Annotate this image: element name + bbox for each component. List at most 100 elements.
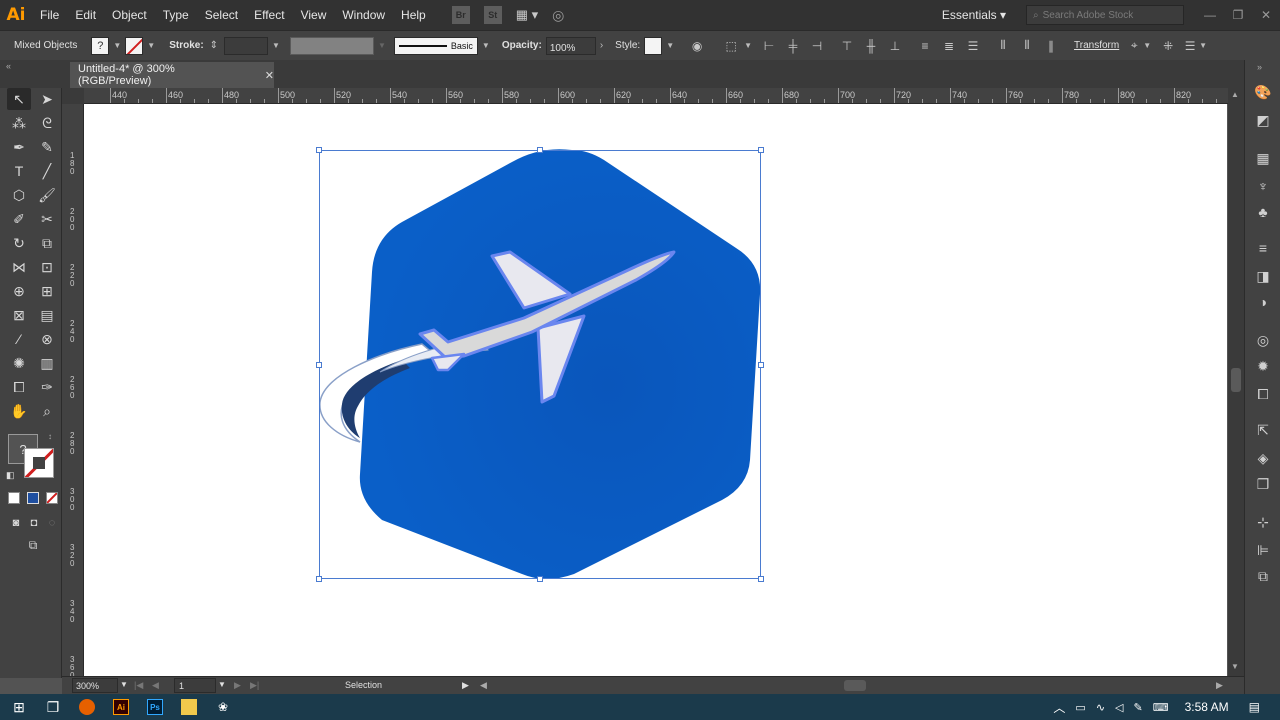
align-panel-icon[interactable]: ⊫ bbox=[1253, 540, 1273, 560]
gradient-button[interactable] bbox=[27, 492, 39, 504]
brushes-panel-icon[interactable]: ♆ bbox=[1253, 176, 1273, 196]
handle-bottom-center[interactable] bbox=[537, 576, 543, 582]
blend-tool-icon[interactable]: ⊗ bbox=[35, 328, 59, 350]
align-bottom-icon[interactable]: ⊥ bbox=[886, 37, 904, 55]
chevron-right-icon[interactable]: › bbox=[600, 40, 603, 51]
recolor-artwork-icon[interactable]: ◉ bbox=[688, 37, 706, 55]
paintbrush-tool-icon[interactable]: 🖌 bbox=[35, 184, 59, 206]
align-left-icon[interactable]: ⊢ bbox=[760, 37, 778, 55]
color-guide-icon[interactable]: ◩ bbox=[1253, 110, 1273, 130]
chevron-down-icon[interactable]: ▼ bbox=[272, 41, 280, 50]
menu-type[interactable]: Type bbox=[155, 0, 197, 30]
brush-definition[interactable]: Basic bbox=[393, 36, 478, 55]
select-similar-icon[interactable]: ⁜ bbox=[1159, 37, 1177, 55]
gradient-panel-icon[interactable]: ◨ bbox=[1253, 266, 1273, 286]
zoom-tool-icon[interactable]: ⌕ bbox=[35, 400, 59, 422]
horizontal-scroll-thumb[interactable] bbox=[844, 680, 866, 691]
vertical-scrollbar[interactable]: ▲ ▼ bbox=[1228, 88, 1244, 676]
chevron-down-icon[interactable]: ▼ bbox=[744, 41, 752, 50]
first-artboard-icon[interactable]: |◀ bbox=[134, 680, 143, 691]
task-view-icon[interactable]: ❐ bbox=[36, 694, 70, 720]
menu-effect[interactable]: Effect bbox=[246, 0, 292, 30]
gradient-tool-icon[interactable]: ▤ bbox=[35, 304, 59, 326]
handle-bottom-left[interactable] bbox=[316, 576, 322, 582]
close-icon[interactable]: ✕ bbox=[1252, 0, 1280, 30]
menu-object[interactable]: Object bbox=[104, 0, 155, 30]
stroke-stepper-icon[interactable]: ⇕ bbox=[210, 40, 218, 51]
artwork[interactable] bbox=[84, 104, 1227, 676]
power-icon[interactable]: ∿ bbox=[1096, 701, 1105, 714]
none-button[interactable] bbox=[46, 492, 58, 504]
transparency-panel-icon[interactable]: ◑ bbox=[1253, 292, 1273, 312]
last-artboard-icon[interactable]: ▶| bbox=[250, 680, 259, 691]
opacity-field[interactable]: 100% bbox=[545, 36, 596, 55]
graphic-style-swatch[interactable] bbox=[644, 36, 663, 55]
artboard-tool-icon[interactable]: ⧠ bbox=[7, 376, 31, 398]
zoom-field[interactable]: 300% bbox=[72, 678, 118, 693]
menu-window[interactable]: Window bbox=[334, 0, 393, 30]
search-adobe-stock-input[interactable]: ⌕ Search Adobe Stock bbox=[1026, 5, 1184, 25]
graphic-styles-icon[interactable]: ✹ bbox=[1253, 356, 1273, 376]
handle-bottom-right[interactable] bbox=[758, 576, 764, 582]
panel-expand-icon[interactable]: » bbox=[1257, 62, 1262, 72]
align-hcenter-icon[interactable]: ╪ bbox=[784, 37, 802, 55]
document-tab[interactable]: Untitled-4* @ 300% (RGB/Preview) ✕ bbox=[70, 62, 274, 88]
taskbar-app-illustrator[interactable]: Ai bbox=[104, 694, 138, 720]
menu-edit[interactable]: Edit bbox=[67, 0, 104, 30]
distribute-top-icon[interactable]: ≡ bbox=[916, 37, 934, 55]
menu-select[interactable]: Select bbox=[197, 0, 246, 30]
taskbar-app-photoshop[interactable]: Ps bbox=[138, 694, 172, 720]
handle-top-left[interactable] bbox=[316, 147, 322, 153]
default-fill-stroke-icon[interactable]: ◧ bbox=[6, 470, 15, 481]
taskbar-app-file-explorer[interactable] bbox=[172, 694, 206, 720]
draw-inside-icon[interactable]: ◌ bbox=[40, 512, 64, 534]
align-right-icon[interactable]: ⊣ bbox=[808, 37, 826, 55]
distribute-left-icon[interactable]: ⫴ bbox=[994, 37, 1012, 55]
scroll-down-icon[interactable]: ▼ bbox=[1231, 662, 1239, 671]
arrange-documents-icon[interactable]: ▦ ▾ bbox=[516, 7, 538, 23]
magic-wand-tool-icon[interactable]: ⁂ bbox=[7, 112, 31, 134]
swap-fill-stroke-icon[interactable]: ↕ bbox=[48, 432, 52, 441]
chevron-down-icon[interactable]: ▼ bbox=[482, 41, 490, 50]
network-icon[interactable]: ▭ bbox=[1075, 701, 1085, 714]
menu-file[interactable]: File bbox=[32, 0, 67, 30]
volume-icon[interactable]: ◁ bbox=[1115, 701, 1123, 714]
distribute-vcenter-icon[interactable]: ≣ bbox=[940, 37, 958, 55]
scale-tool-icon[interactable]: ⧉ bbox=[35, 232, 59, 254]
color-button[interactable] bbox=[8, 492, 20, 504]
transform-link[interactable]: Transform bbox=[1074, 40, 1119, 51]
stroke-panel-icon[interactable]: ≡ bbox=[1253, 238, 1273, 258]
handle-middle-left[interactable] bbox=[316, 362, 322, 368]
chevron-down-icon[interactable]: ▼ bbox=[1143, 41, 1151, 50]
menu-view[interactable]: View bbox=[293, 0, 335, 30]
distribute-bottom-icon[interactable]: ☰ bbox=[964, 37, 982, 55]
swatches-panel-icon[interactable]: ▦ bbox=[1253, 148, 1273, 168]
selection-tool-icon[interactable]: ↖ bbox=[7, 88, 31, 110]
pen-tool-icon[interactable]: ✒ bbox=[7, 136, 31, 158]
artboard[interactable] bbox=[84, 104, 1227, 676]
prev-artboard-icon[interactable]: ◀ bbox=[152, 680, 159, 691]
mesh-tool-icon[interactable]: ⊠ bbox=[7, 304, 31, 326]
rotate-tool-icon[interactable]: ↻ bbox=[7, 232, 31, 254]
width-tool-icon[interactable]: ⋈ bbox=[7, 256, 31, 278]
symbols-panel-icon[interactable]: ♣ bbox=[1253, 202, 1273, 222]
panel-collapse-icon[interactable]: « bbox=[6, 61, 11, 71]
chevron-down-icon[interactable]: ▼ bbox=[113, 41, 121, 50]
handle-top-center[interactable] bbox=[537, 147, 543, 153]
distribute-hcenter-icon[interactable]: ⦀ bbox=[1018, 37, 1036, 55]
variable-width-profile[interactable] bbox=[289, 36, 374, 55]
export-icon[interactable]: ⇱ bbox=[1253, 420, 1273, 440]
clock[interactable]: 3:58 AM bbox=[1185, 700, 1229, 714]
windows-start-icon[interactable]: ⊞ bbox=[2, 694, 36, 720]
direct-selection-tool-icon[interactable]: ➤ bbox=[35, 88, 59, 110]
artboards-panel-icon[interactable]: ❐ bbox=[1253, 474, 1273, 494]
stroke-swatch[interactable] bbox=[24, 448, 54, 478]
handle-middle-right[interactable] bbox=[758, 362, 764, 368]
polygon-tool-icon[interactable]: ⬡ bbox=[7, 184, 31, 206]
stock-button[interactable]: St bbox=[483, 6, 502, 24]
close-icon[interactable]: ✕ bbox=[265, 69, 274, 82]
align-top-icon[interactable]: ⊤ bbox=[838, 37, 856, 55]
chevron-down-icon[interactable]: ▼ bbox=[218, 680, 226, 689]
align-vcenter-icon[interactable]: ╫ bbox=[862, 37, 880, 55]
status-menu-icon[interactable]: ▶ bbox=[462, 680, 469, 691]
